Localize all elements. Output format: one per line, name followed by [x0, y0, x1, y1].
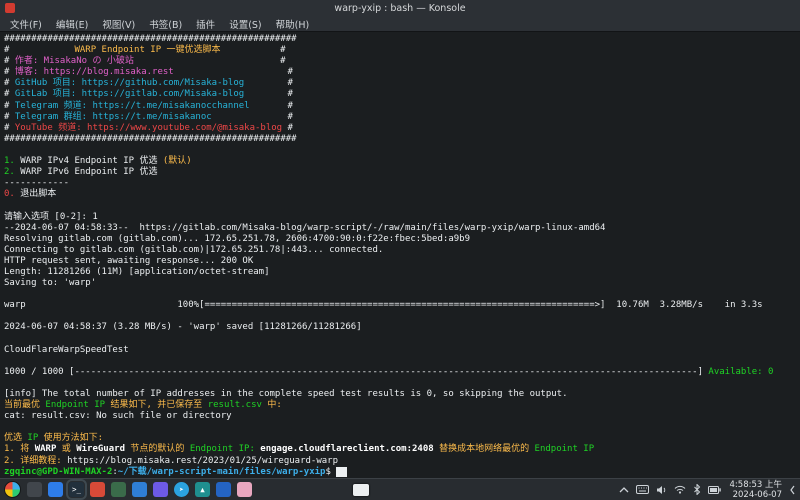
terminal-line: Saving to: 'warp'	[4, 278, 796, 289]
terminal-line: Length: 11281266 (11M) [application/octe…	[4, 267, 796, 278]
terminal-line: # YouTube 频道: https://www.youtube.com/@m…	[4, 123, 796, 134]
terminal-line: warp 100%[==============================…	[4, 300, 796, 311]
taskbar-app-1[interactable]	[27, 482, 42, 497]
taskbar-app-launcher[interactable]	[4, 481, 21, 498]
terminal-line: cat: result.csv: No such file or directo…	[4, 411, 796, 422]
clock-time: 4:58:53 上午	[730, 480, 782, 490]
menubar: 文件(F)编辑(E)视图(V)书签(B)插件设置(S)帮助(H)	[0, 16, 800, 32]
terminal-line: CloudFlareWarpSpeedTest	[4, 345, 796, 356]
terminal-line: ########################################…	[4, 34, 796, 45]
terminal-line: # GitHub 项目: https://github.com/Misaka-b…	[4, 78, 796, 89]
terminal-line: # WARP Endpoint IP 一键优选脚本 #	[4, 45, 796, 56]
terminal-line: Connecting to gitlab.com (gitlab.com)|17…	[4, 245, 796, 256]
terminal-line: 2. 详细教程: https://blog.misaka.rest/2023/0…	[4, 456, 796, 467]
taskbar-app-3[interactable]	[90, 482, 105, 497]
terminal-line: 0. 退出脚本	[4, 189, 796, 200]
terminal-line: zgqinc@GPD-WIN-MAX-2:~/下载/warp-script-ma…	[4, 467, 796, 478]
clock-date: 2024-06-07	[730, 490, 782, 500]
terminal-line: Resolving gitlab.com (gitlab.com)... 172…	[4, 234, 796, 245]
taskbar-app-4[interactable]	[111, 482, 126, 497]
taskbar-app-konsole[interactable]: >_	[69, 482, 84, 497]
menu-item-3[interactable]: 书签(B)	[142, 16, 189, 32]
menu-item-4[interactable]: 插件	[189, 16, 222, 32]
taskbar-app-9[interactable]	[237, 482, 252, 497]
network-wifi-icon[interactable]	[674, 485, 686, 494]
taskbar: >_ ➤ ▲ 4:58:53 上午 2024-06-07	[0, 478, 800, 500]
terminal-line: [info] The total number of IP addresses …	[4, 389, 796, 400]
panel-hide-arrow[interactable]	[789, 485, 796, 495]
terminal-line	[4, 200, 796, 211]
terminal-line: 请输入选项 [0-2]: 1	[4, 212, 796, 223]
terminal-line: 1. WARP IPv4 Endpoint IP 优选 (默认)	[4, 156, 796, 167]
menu-item-1[interactable]: 编辑(E)	[49, 16, 95, 32]
terminal-line: 当前最优 Endpoint IP 结果如下, 并已保存至 result.csv …	[4, 400, 796, 411]
window-title: warp-yxip : bash — Konsole	[0, 3, 800, 14]
terminal-line: 2. WARP IPv6 Endpoint IP 优选	[4, 167, 796, 178]
taskbar-app-6[interactable]	[153, 482, 168, 497]
taskbar-app-telegram[interactable]: ➤	[174, 482, 189, 497]
window-titlebar: warp-yxip : bash — Konsole	[0, 0, 800, 16]
terminal-line	[4, 311, 796, 322]
terminal-line: 优选 IP 使用方法如下:	[4, 433, 796, 444]
menu-item-2[interactable]: 视图(V)	[95, 16, 142, 32]
taskbar-app-7[interactable]: ▲	[195, 482, 210, 497]
volume-icon[interactable]	[656, 485, 667, 495]
tray-expand-caret-icon[interactable]	[619, 486, 629, 494]
menu-item-0[interactable]: 文件(F)	[3, 16, 49, 32]
terminal-line: 1000 / 1000 [---------------------------…	[4, 367, 796, 378]
menu-item-6[interactable]: 帮助(H)	[269, 16, 317, 32]
terminal-line	[4, 289, 796, 300]
terminal-line	[4, 378, 796, 389]
terminal-output[interactable]: ########################################…	[0, 32, 800, 478]
terminal-line: # 作者: MisakaNo の 小破站 #	[4, 56, 796, 67]
terminal-line	[4, 145, 796, 156]
terminal-line	[4, 422, 796, 433]
taskbar-app-2[interactable]	[48, 482, 63, 497]
terminal-line: # 博客: https://blog.misaka.rest #	[4, 67, 796, 78]
terminal-line	[4, 356, 796, 367]
battery-icon[interactable]	[708, 486, 721, 494]
desktop: warp-yxip : bash — Konsole 文件(F)编辑(E)视图(…	[0, 0, 800, 500]
terminal-line: # Telegram 频道: https://t.me/misakanoccha…	[4, 101, 796, 112]
terminal-line: ########################################…	[4, 134, 796, 145]
terminal-line: # Telegram 群组: https://t.me/misakanoc #	[4, 112, 796, 123]
system-tray	[619, 484, 721, 495]
menu-item-5[interactable]: 设置(S)	[222, 16, 268, 32]
keyboard-layout-icon[interactable]	[636, 485, 649, 494]
bluetooth-icon[interactable]	[693, 484, 701, 495]
terminal-line: --2024-06-07 04:58:33-- https://gitlab.c…	[4, 223, 796, 234]
terminal-line: 1. 将 WARP 或 WireGuard 节点的默认的 Endpoint IP…	[4, 444, 796, 455]
window-icon	[5, 3, 15, 13]
terminal-line: HTTP request sent, awaiting response... …	[4, 256, 796, 267]
ime-indicator[interactable]	[353, 484, 369, 496]
terminal-line: # GitLab 项目: https://gitlab.com/Misaka-b…	[4, 89, 796, 100]
taskbar-apps: >_ ➤ ▲	[4, 481, 252, 498]
terminal-line: ------------	[4, 178, 796, 189]
terminal-line	[4, 334, 796, 345]
taskbar-app-5[interactable]	[132, 482, 147, 497]
taskbar-app-8[interactable]	[216, 482, 231, 497]
clock[interactable]: 4:58:53 上午 2024-06-07	[730, 480, 782, 500]
terminal-line: 2024-06-07 04:58:37 (3.28 MB/s) - 'warp'…	[4, 322, 796, 333]
